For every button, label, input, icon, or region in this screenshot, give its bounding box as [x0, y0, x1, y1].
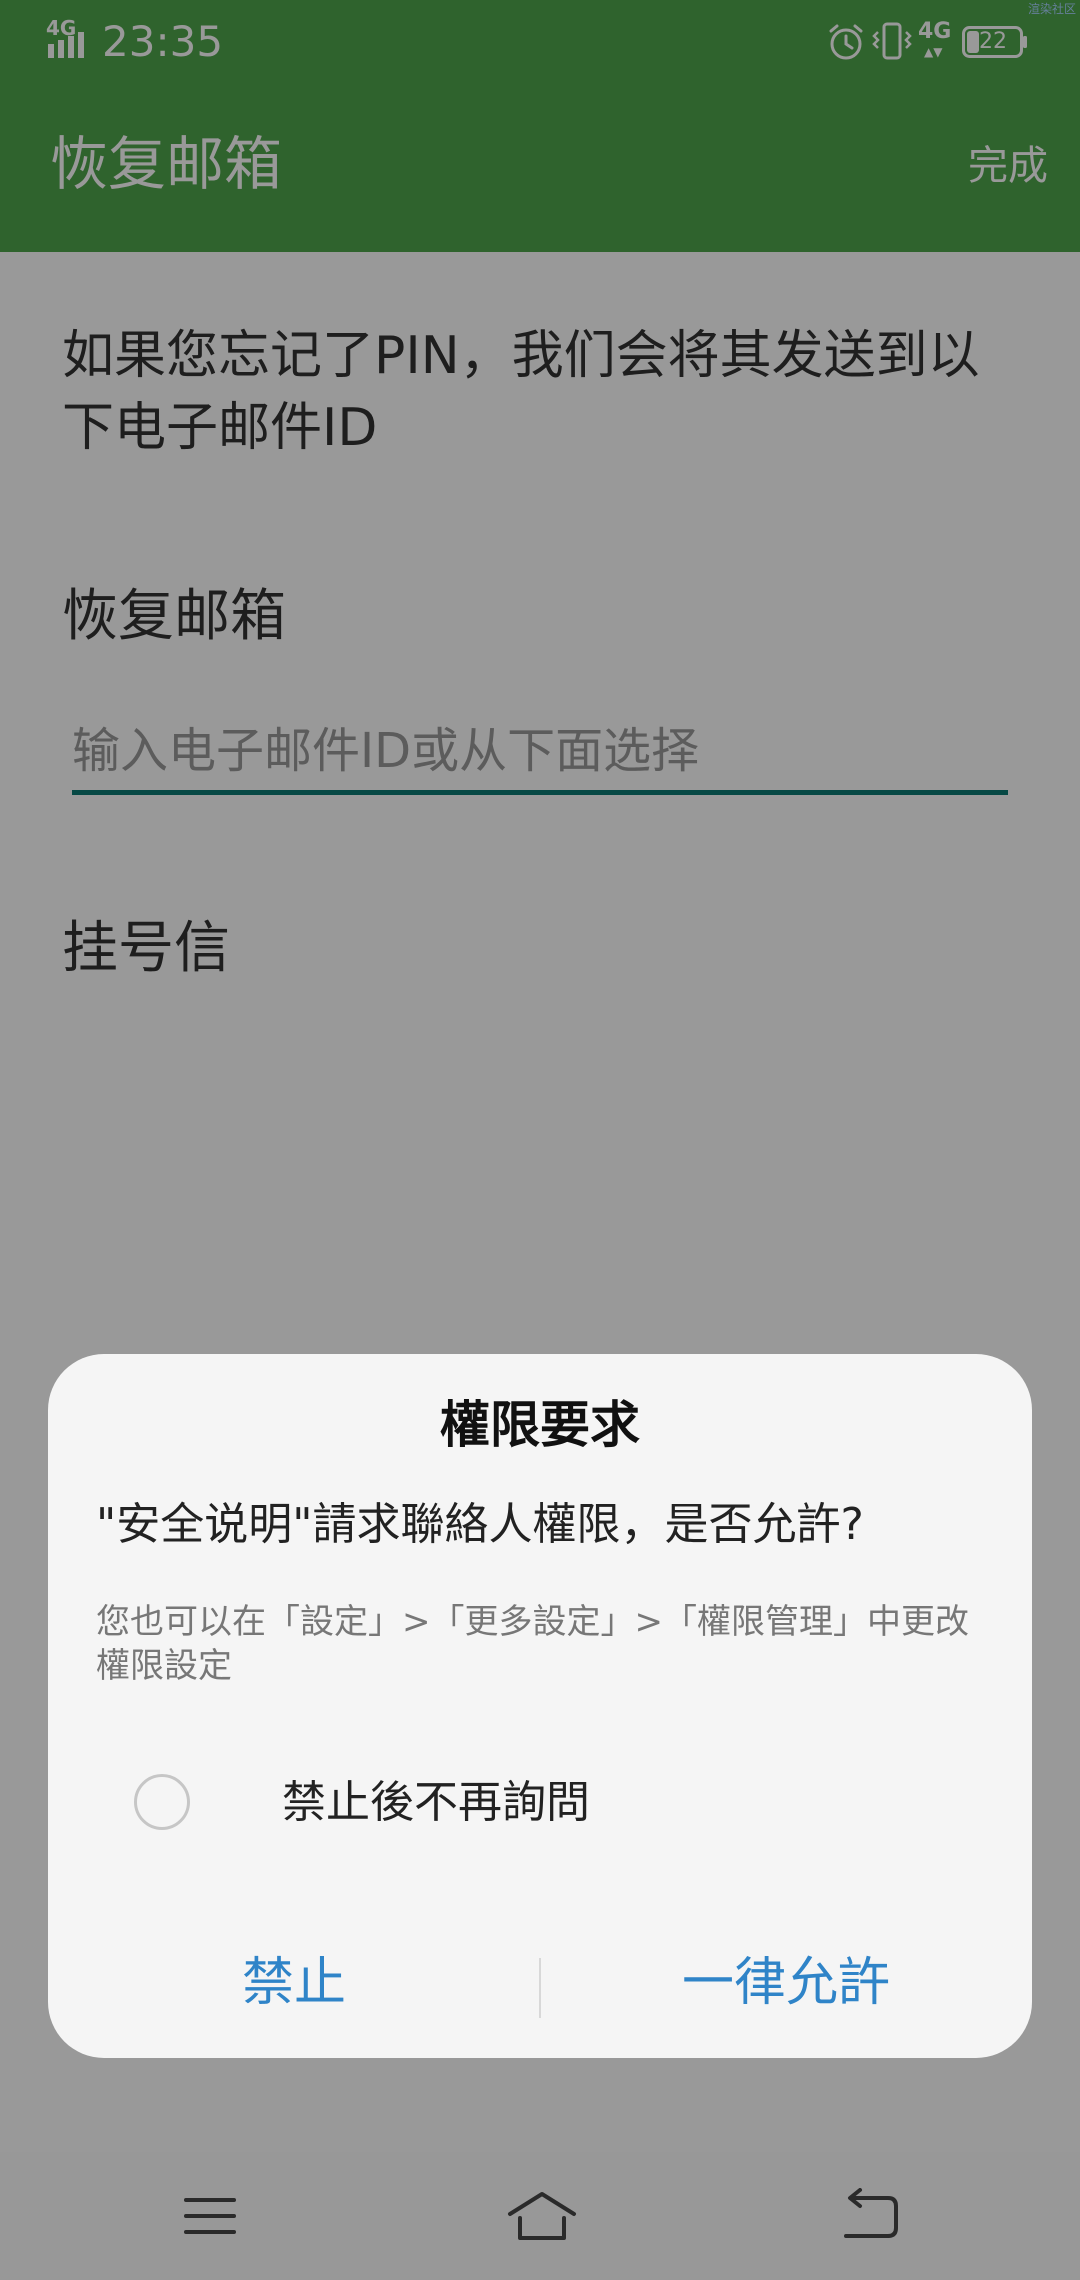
navigation-bar	[0, 2152, 1080, 2280]
always-allow-button[interactable]: 一律允許	[540, 1948, 1032, 2018]
dont-ask-again-radio[interactable]	[134, 1774, 190, 1830]
menu-icon[interactable]	[178, 2188, 242, 2244]
dont-ask-again-option[interactable]: 禁止後不再詢問	[134, 1770, 954, 1842]
permission-dialog: 權限要求 "安全说明"請求聯絡人權限，是否允許? 您也可以在「設定」>「更多設定…	[48, 1354, 1032, 2058]
dialog-question: "安全说明"請求聯絡人權限，是否允許?	[96, 1499, 864, 1550]
dialog-title: 權限要求	[440, 1396, 640, 1454]
dont-ask-again-label: 禁止後不再詢問	[282, 1777, 590, 1828]
deny-button[interactable]: 禁止	[48, 1948, 540, 2018]
back-icon[interactable]	[840, 2188, 904, 2244]
home-icon[interactable]	[506, 2188, 578, 2244]
dialog-hint: 您也可以在「設定」>「更多設定」>「權限管理」中更改權限設定	[96, 1602, 969, 1686]
